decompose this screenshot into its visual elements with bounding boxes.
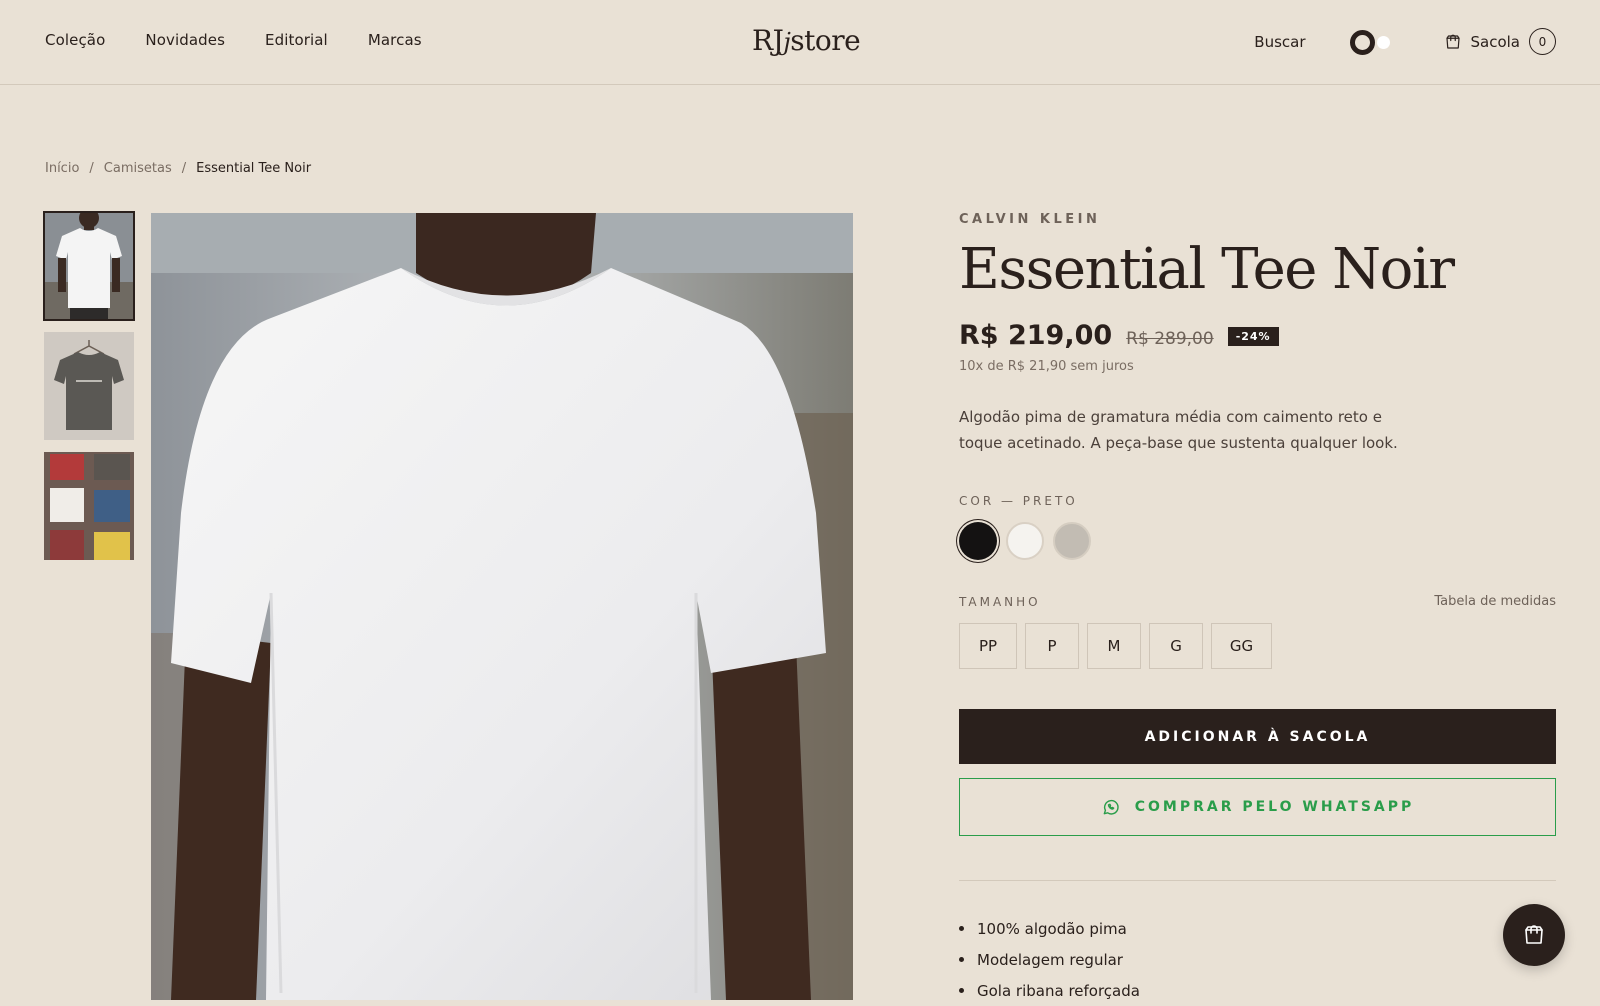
bullet-icon (959, 926, 964, 931)
feature-item: Gola ribana reforçada (959, 975, 1556, 1006)
size-option-g[interactable]: G (1149, 623, 1203, 669)
bag-button[interactable]: Sacola 0 (1444, 28, 1556, 55)
color-swatches (959, 522, 1556, 560)
bullet-icon (959, 957, 964, 962)
thumbnail-dark-tee-on-hanger[interactable] (44, 332, 134, 440)
main-product-image[interactable] (151, 213, 853, 1000)
logo-rest: store (790, 24, 861, 57)
theme-toggle-dot-icon (1376, 35, 1390, 49)
product-brand[interactable]: CALVIN KLEIN (959, 212, 1556, 227)
color-label: COR — PRETO (959, 494, 1078, 508)
floating-bag-button[interactable] (1503, 904, 1565, 966)
breadcrumb-separator: / (89, 161, 94, 176)
old-price: R$ 289,00 (1126, 328, 1214, 349)
feature-text: 100% algodão pima (977, 919, 1127, 938)
size-option-pp[interactable]: PP (959, 623, 1017, 669)
color-swatch-white[interactable] (1006, 522, 1044, 560)
size-option-m[interactable]: M (1087, 623, 1141, 669)
logo-main: RJ (752, 24, 784, 57)
theme-toggle[interactable] (1348, 29, 1394, 55)
thumbnail-dark-tee-image (44, 332, 134, 440)
current-price: R$ 219,00 (959, 320, 1113, 351)
header-tools: Buscar Sacola 0 (1254, 28, 1556, 55)
whatsapp-icon (1103, 799, 1119, 815)
color-swatch-gray[interactable] (1053, 522, 1091, 560)
add-to-bag-button[interactable]: ADICIONAR À SACOLA (959, 709, 1556, 764)
shopping-bag-icon (1445, 34, 1460, 49)
size-options: PP P M G GG (959, 623, 1556, 669)
product-features-list: 100% algodão pima Modelagem regular Gola… (959, 913, 1556, 1006)
buy-whatsapp-label: COMPRAR PELO WHATSAPP (1134, 799, 1415, 815)
feature-item: 100% algodão pima (959, 913, 1556, 944)
main-nav: Coleção Novidades Editorial Marcas (45, 31, 462, 49)
top-navigation-bar: Coleção Novidades Editorial Marcas RJjst… (0, 0, 1600, 85)
bag-label: Sacola (1470, 32, 1521, 51)
product-info-panel: CALVIN KLEIN Essential Tee Noir R$ 219,0… (959, 212, 1556, 1006)
installments-text: 10x de R$ 21,90 sem juros (959, 359, 1134, 374)
feature-text: Modelagem regular (977, 950, 1123, 969)
discount-badge: -24% (1227, 327, 1279, 346)
breadcrumb: Início / Camisetas / Essential Tee Noir (45, 161, 311, 176)
shopping-bag-icon (1525, 925, 1543, 944)
buy-whatsapp-button[interactable]: COMPRAR PELO WHATSAPP (959, 778, 1556, 836)
breadcrumb-current: Essential Tee Noir (196, 161, 312, 176)
thumbnail-front-white-tee-image (44, 212, 134, 320)
color-swatch-black[interactable] (959, 522, 997, 560)
breadcrumb-camisetas[interactable]: Camisetas (104, 161, 172, 176)
breadcrumb-home[interactable]: Início (45, 161, 79, 176)
product-title: Essential Tee Noir (959, 237, 1455, 302)
nav-link-novidades[interactable]: Novidades (145, 31, 225, 49)
nav-link-marcas[interactable]: Marcas (368, 31, 422, 49)
product-photo-white-tee (151, 213, 853, 1000)
thumbnail-front-white-tee[interactable] (43, 211, 135, 321)
gallery-thumbnails (43, 211, 135, 572)
breadcrumb-separator: / (181, 161, 187, 176)
size-guide-link[interactable]: Tabela de medidas (1434, 594, 1556, 609)
thumbnail-folded-tees-image (44, 452, 134, 560)
product-description: Algodão pima de gramatura média com caim… (959, 408, 1398, 452)
size-option-gg[interactable]: GG (1211, 623, 1272, 669)
feature-item: Modelagem regular (959, 944, 1556, 975)
size-header: TAMANHO Tabela de medidas (959, 594, 1556, 609)
nav-link-colecao[interactable]: Coleção (45, 31, 105, 49)
size-label: TAMANHO (959, 594, 1041, 609)
store-logo[interactable]: RJjstore (752, 24, 861, 57)
size-option-p[interactable]: P (1025, 623, 1079, 669)
bag-count-badge: 0 (1529, 28, 1556, 55)
search-link[interactable]: Buscar (1254, 33, 1305, 51)
bullet-icon (959, 988, 964, 993)
section-divider (959, 880, 1556, 881)
thumbnail-folded-tees-grid[interactable] (44, 452, 134, 560)
nav-link-editorial[interactable]: Editorial (265, 31, 328, 49)
theme-toggle-ring-icon (1349, 29, 1375, 55)
feature-text: Gola ribana reforçada (977, 981, 1140, 1000)
price-row: R$ 219,00 R$ 289,00 -24% (959, 320, 1556, 351)
